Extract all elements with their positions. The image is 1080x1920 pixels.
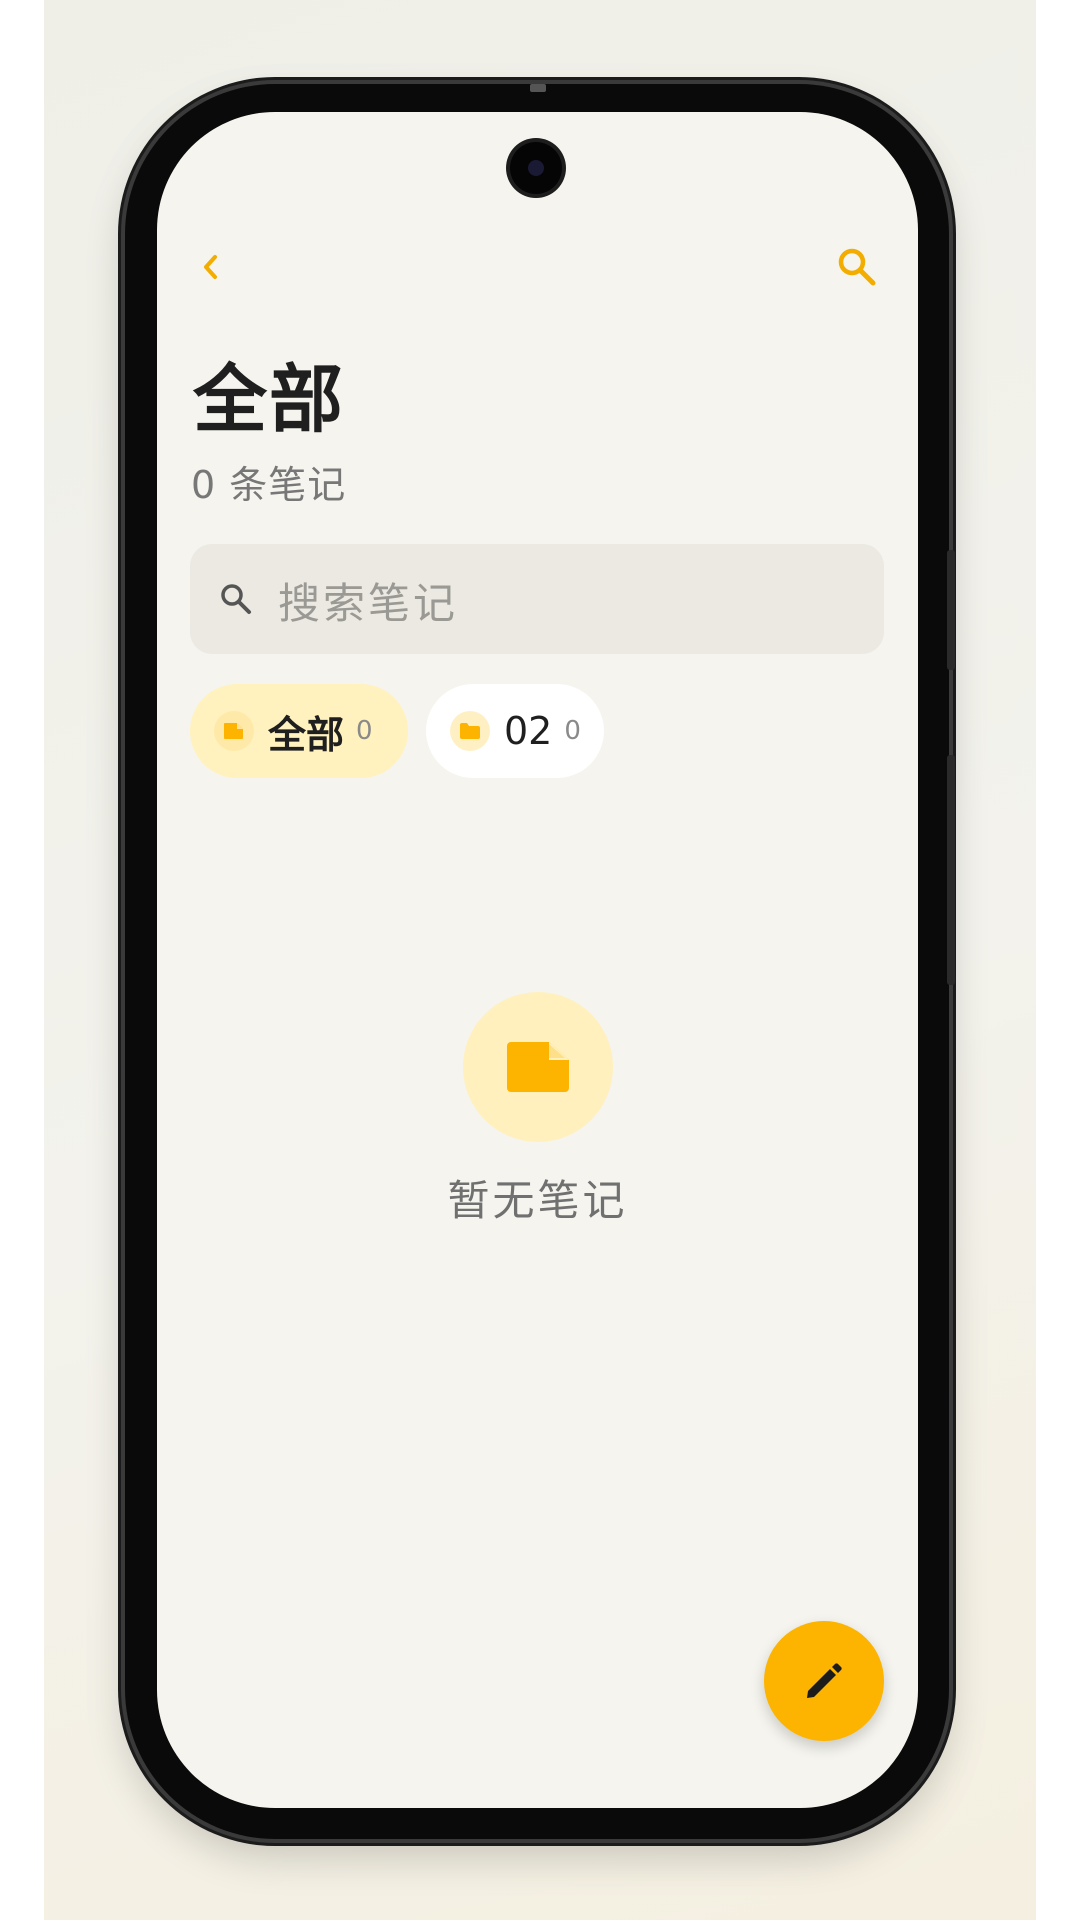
chip-label: 全部 (268, 712, 345, 757)
phone-antenna-line (530, 84, 546, 92)
note-count-suffix: 条笔记 (229, 463, 347, 507)
search-icon (221, 584, 251, 614)
back-button[interactable] (181, 237, 241, 297)
empty-state-icon-circle (463, 992, 613, 1142)
category-chip-02[interactable]: 02 0 (426, 684, 604, 778)
note-icon (214, 711, 254, 751)
search-button[interactable] (827, 237, 887, 297)
app-screen: 全部 0 条笔记 搜索笔记 全部 0 02 0 暂无笔记 (157, 112, 918, 1808)
empty-state-text: 暂无笔记 (447, 1176, 628, 1225)
power-button (947, 755, 955, 985)
category-chip-all[interactable]: 全部 0 (190, 684, 408, 778)
search-input[interactable]: 搜索笔记 (190, 544, 884, 654)
chip-count: 0 (356, 716, 373, 746)
folder-icon (450, 711, 490, 751)
new-note-button[interactable] (764, 1621, 884, 1741)
chip-label: 02 (504, 709, 553, 753)
search-icon (838, 248, 876, 286)
page-title: 全部 (193, 357, 345, 443)
search-placeholder: 搜索笔记 (278, 579, 459, 628)
chevron-left-icon (204, 255, 217, 279)
volume-button (947, 550, 955, 670)
edit-pencil-icon (807, 1663, 842, 1698)
front-camera (510, 142, 562, 194)
chip-count: 0 (564, 716, 581, 746)
note-count: 0 条笔记 (191, 454, 346, 509)
note-count-number: 0 (191, 463, 217, 507)
note-icon (507, 1042, 569, 1092)
